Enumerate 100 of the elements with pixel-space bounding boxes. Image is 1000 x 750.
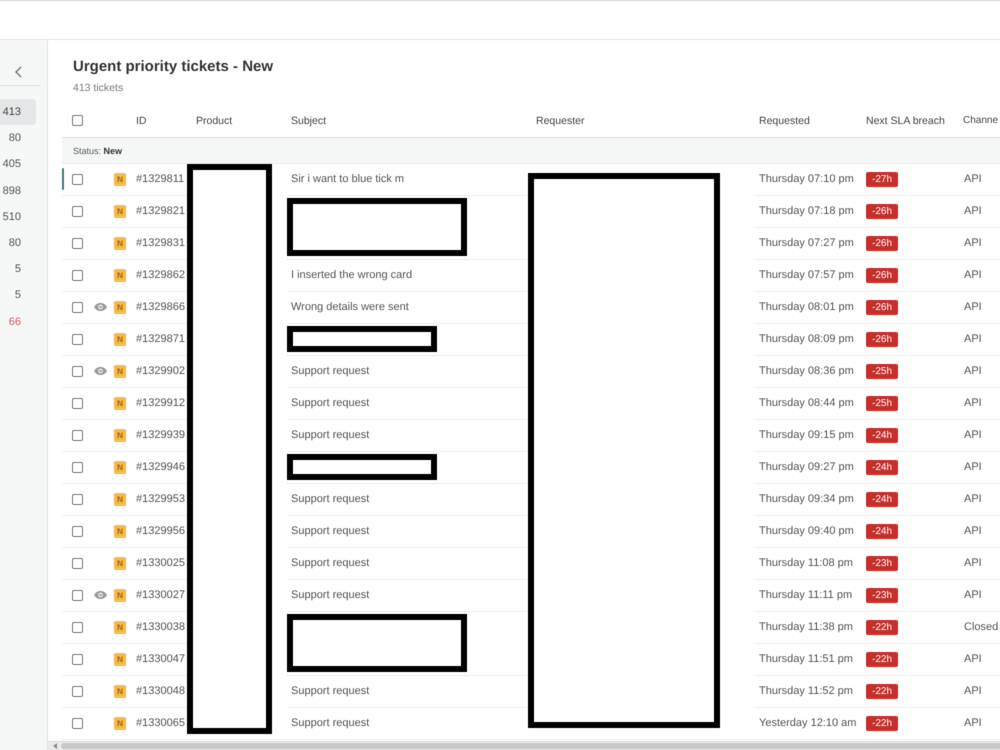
row-checkbox[interactable]: [72, 590, 83, 600]
row-checkbox[interactable]: [72, 334, 83, 344]
view-count[interactable]: 510: [0, 204, 36, 230]
row-checkbox[interactable]: [72, 686, 83, 696]
status-badge: N: [114, 204, 126, 218]
chevron-left-icon: [14, 66, 22, 78]
ticket-id[interactable]: #1329866: [136, 301, 185, 313]
scroll-left-icon[interactable]: [53, 743, 57, 749]
requested-time: Thursday 11:08 pm: [759, 557, 853, 569]
view-count[interactable]: 5: [0, 282, 36, 308]
ticket-id[interactable]: #1329939: [136, 429, 185, 441]
row-checkbox[interactable]: [72, 718, 83, 728]
channel-text: API: [964, 461, 982, 473]
ticket-id[interactable]: #1329871: [136, 333, 185, 345]
view-count[interactable]: 413: [0, 99, 36, 126]
channel-text: API: [964, 173, 982, 185]
ticket-id[interactable]: #1330027: [136, 589, 185, 601]
status-badge: N: [114, 652, 126, 666]
ticket-id[interactable]: #1329862: [136, 269, 185, 281]
channel-text: API: [964, 365, 982, 377]
view-count[interactable]: 80: [0, 230, 36, 256]
ticket-id[interactable]: #1329946: [136, 461, 185, 473]
sla-badge: -24h: [866, 524, 898, 538]
ticket-id[interactable]: #1329902: [136, 365, 185, 377]
sla-badge: -22h: [866, 716, 898, 730]
column-header[interactable]: Channe: [960, 105, 1000, 137]
requested-time: Thursday 09:34 pm: [759, 493, 854, 505]
sla-badge: -26h: [866, 236, 898, 250]
requested-time: Thursday 11:51 pm: [759, 653, 853, 665]
subject-text: Support request: [291, 717, 370, 729]
ticket-id[interactable]: #1329956: [136, 525, 185, 537]
channel-text: API: [964, 653, 982, 665]
status-badge: N: [114, 428, 126, 442]
channel-text: API: [964, 525, 982, 537]
row-checkbox[interactable]: [72, 174, 83, 184]
status-badge: N: [114, 588, 126, 602]
status-badge: N: [114, 620, 126, 634]
ticket-count: 413 tickets: [73, 81, 124, 95]
view-count[interactable]: 5: [0, 256, 36, 282]
sla-badge: -26h: [866, 268, 898, 282]
sla-badge: -25h: [866, 396, 898, 410]
row-checkbox[interactable]: [72, 494, 83, 504]
sla-badge: -27h: [866, 172, 898, 186]
column-header[interactable]: ID: [132, 105, 187, 137]
view-count[interactable]: 898: [0, 178, 36, 204]
column-header[interactable]: Requested: [755, 105, 862, 137]
status-badge: N: [114, 460, 126, 474]
requested-time: Yesterday 12:10 am: [759, 717, 856, 729]
select-all-checkbox[interactable]: [72, 115, 83, 126]
sla-badge: -23h: [866, 556, 898, 570]
subject-text: I inserted the wrong card: [291, 269, 412, 281]
subject-text: Sir i want to blue tick m: [291, 173, 404, 185]
ticket-id[interactable]: #1329831: [136, 237, 185, 249]
requested-time: Thursday 09:40 pm: [759, 525, 854, 537]
ticket-id[interactable]: #1330048: [136, 685, 185, 697]
column-header[interactable]: Subject: [287, 105, 528, 137]
sla-badge: -26h: [866, 332, 898, 346]
column-header[interactable]: Next SLA breach: [862, 105, 960, 137]
channel-text: Closed: [964, 621, 998, 633]
status-badge: N: [114, 684, 126, 698]
row-checkbox[interactable]: [72, 462, 83, 472]
sla-badge: -26h: [866, 204, 898, 218]
row-checkbox[interactable]: [72, 302, 83, 312]
ticket-id[interactable]: #1329953: [136, 493, 185, 505]
sla-badge: -22h: [866, 652, 898, 666]
requested-time: Thursday 08:36 pm: [759, 365, 854, 377]
scrollbar-thumb[interactable]: [61, 743, 1000, 749]
ticket-id[interactable]: #1330025: [136, 557, 185, 569]
row-checkbox[interactable]: [72, 654, 83, 664]
requested-time: Thursday 08:09 pm: [759, 333, 854, 345]
status-badge: N: [114, 268, 126, 282]
channel-text: API: [964, 589, 982, 601]
view-count[interactable]: 405: [0, 151, 36, 178]
row-checkbox[interactable]: [72, 430, 83, 440]
row-checkbox[interactable]: [72, 206, 83, 216]
ticket-id[interactable]: #1329821: [136, 205, 185, 217]
status-badge: N: [114, 524, 126, 538]
channel-text: API: [964, 269, 982, 281]
ticket-id[interactable]: #1330065: [136, 717, 185, 729]
sla-badge: -22h: [866, 684, 898, 698]
view-count[interactable]: 80: [0, 125, 36, 152]
row-checkbox[interactable]: [72, 366, 83, 376]
ticket-id[interactable]: #1330038: [136, 621, 185, 633]
horizontal-scrollbar[interactable]: [48, 741, 1000, 750]
row-checkbox[interactable]: [72, 558, 83, 568]
ticket-id[interactable]: #1329912: [136, 397, 185, 409]
status-badge: N: [114, 172, 126, 186]
row-checkbox[interactable]: [72, 238, 83, 248]
channel-text: API: [964, 237, 982, 249]
column-header[interactable]: Product: [187, 105, 287, 137]
row-checkbox[interactable]: [72, 398, 83, 408]
status-badge: N: [114, 396, 126, 410]
ticket-id[interactable]: #1330047: [136, 653, 185, 665]
row-checkbox[interactable]: [72, 526, 83, 536]
requested-time: Thursday 11:11 pm: [759, 589, 852, 601]
sla-badge: -22h: [866, 620, 898, 634]
row-checkbox[interactable]: [72, 622, 83, 632]
column-header[interactable]: Requester: [528, 105, 755, 137]
ticket-id[interactable]: #1329811: [136, 173, 184, 185]
row-checkbox[interactable]: [72, 270, 83, 280]
